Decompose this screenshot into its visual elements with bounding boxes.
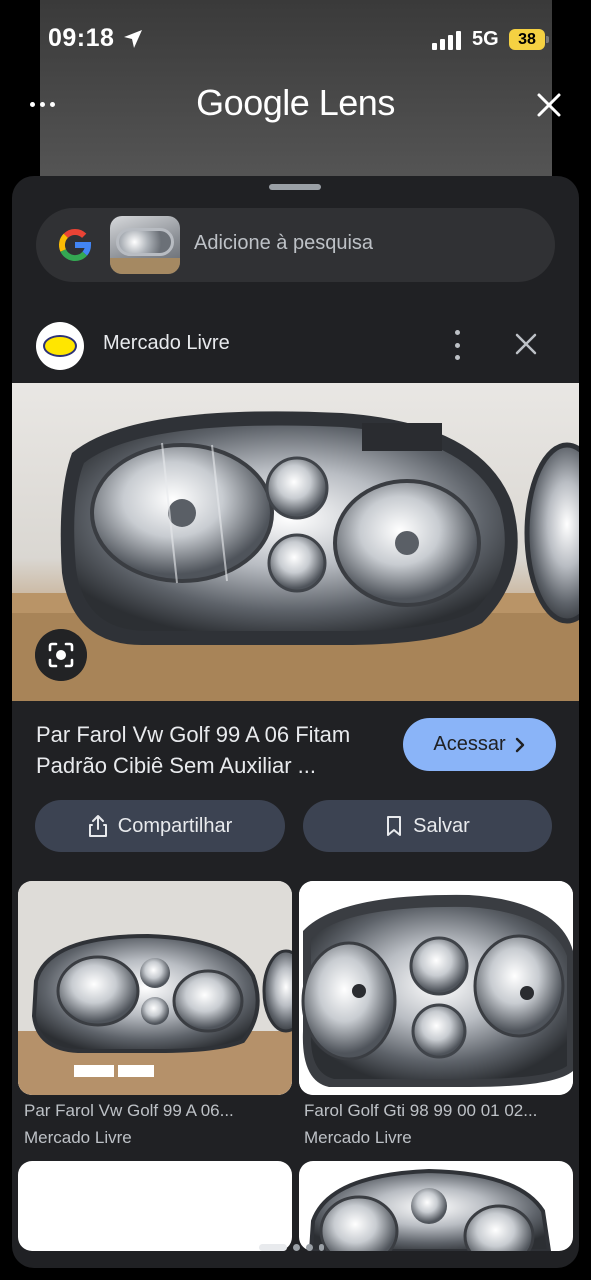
battery-indicator: 38 bbox=[509, 29, 549, 50]
network-type: 5G bbox=[472, 28, 499, 50]
visual-search-icon[interactable] bbox=[35, 629, 87, 681]
bookmark-icon bbox=[387, 816, 402, 836]
save-button[interactable]: Salvar bbox=[303, 800, 552, 852]
location-arrow-icon bbox=[124, 30, 142, 48]
result-source: Mercado Livre bbox=[24, 1128, 132, 1147]
result-card-image[interactable] bbox=[18, 881, 292, 1095]
battery-nub bbox=[546, 36, 549, 43]
share-button-label: Compartilhar bbox=[117, 814, 233, 837]
close-icon[interactable] bbox=[536, 92, 562, 118]
access-button-label: Acessar bbox=[433, 733, 506, 755]
page-indicator bbox=[259, 1244, 324, 1251]
source-name[interactable]: Mercado Livre bbox=[103, 332, 230, 355]
status-bar: 09:18 5G 38 bbox=[0, 0, 591, 80]
query-image-thumbnail[interactable] bbox=[110, 216, 180, 274]
access-button[interactable]: Acessar bbox=[403, 718, 556, 771]
share-icon bbox=[88, 815, 107, 837]
headlight-thumbnail bbox=[18, 881, 292, 1095]
battery-level: 38 bbox=[509, 29, 545, 50]
product-image[interactable] bbox=[12, 383, 579, 701]
cellular-signal-icon bbox=[432, 31, 461, 50]
google-logo-icon bbox=[58, 228, 92, 262]
result-card-image[interactable] bbox=[18, 1161, 292, 1251]
chevron-right-icon bbox=[515, 737, 524, 752]
result-title[interactable]: Farol Golf Gti 98 99 00 01 02... bbox=[304, 1101, 566, 1121]
share-button[interactable]: Compartilhar bbox=[35, 800, 285, 852]
close-icon[interactable] bbox=[514, 332, 538, 356]
add-to-search-placeholder: Adicione à pesquisa bbox=[194, 232, 374, 254]
app-title: Google Lens bbox=[196, 82, 395, 123]
headlight-illustration bbox=[12, 411, 579, 701]
save-button-label: Salvar bbox=[413, 814, 470, 837]
mercado-livre-logo bbox=[36, 322, 84, 370]
result-card-image[interactable] bbox=[299, 881, 573, 1095]
result-source: Mercado Livre bbox=[304, 1128, 412, 1147]
headlight-thumbnail bbox=[299, 881, 573, 1095]
sheet-drag-handle[interactable] bbox=[269, 184, 321, 190]
vertical-dots-icon[interactable] bbox=[452, 330, 462, 360]
result-card-image[interactable] bbox=[299, 1161, 573, 1251]
headlight-thumbnail bbox=[308, 1168, 552, 1251]
results-sheet: Adicione à pesquisa Mercado Livre Par Fa… bbox=[12, 176, 579, 1268]
add-to-search-bar[interactable]: Adicione à pesquisa bbox=[36, 208, 555, 282]
lens-screen: 09:18 5G 38 Google Lens Adicione à pesqu… bbox=[0, 0, 591, 1280]
status-time: 09:18 bbox=[48, 24, 115, 52]
result-title[interactable]: Par Farol Vw Golf 99 A 06... bbox=[24, 1101, 286, 1121]
product-title[interactable]: Par Farol Vw Golf 99 A 06 Fitam Padrão C… bbox=[36, 719, 386, 781]
